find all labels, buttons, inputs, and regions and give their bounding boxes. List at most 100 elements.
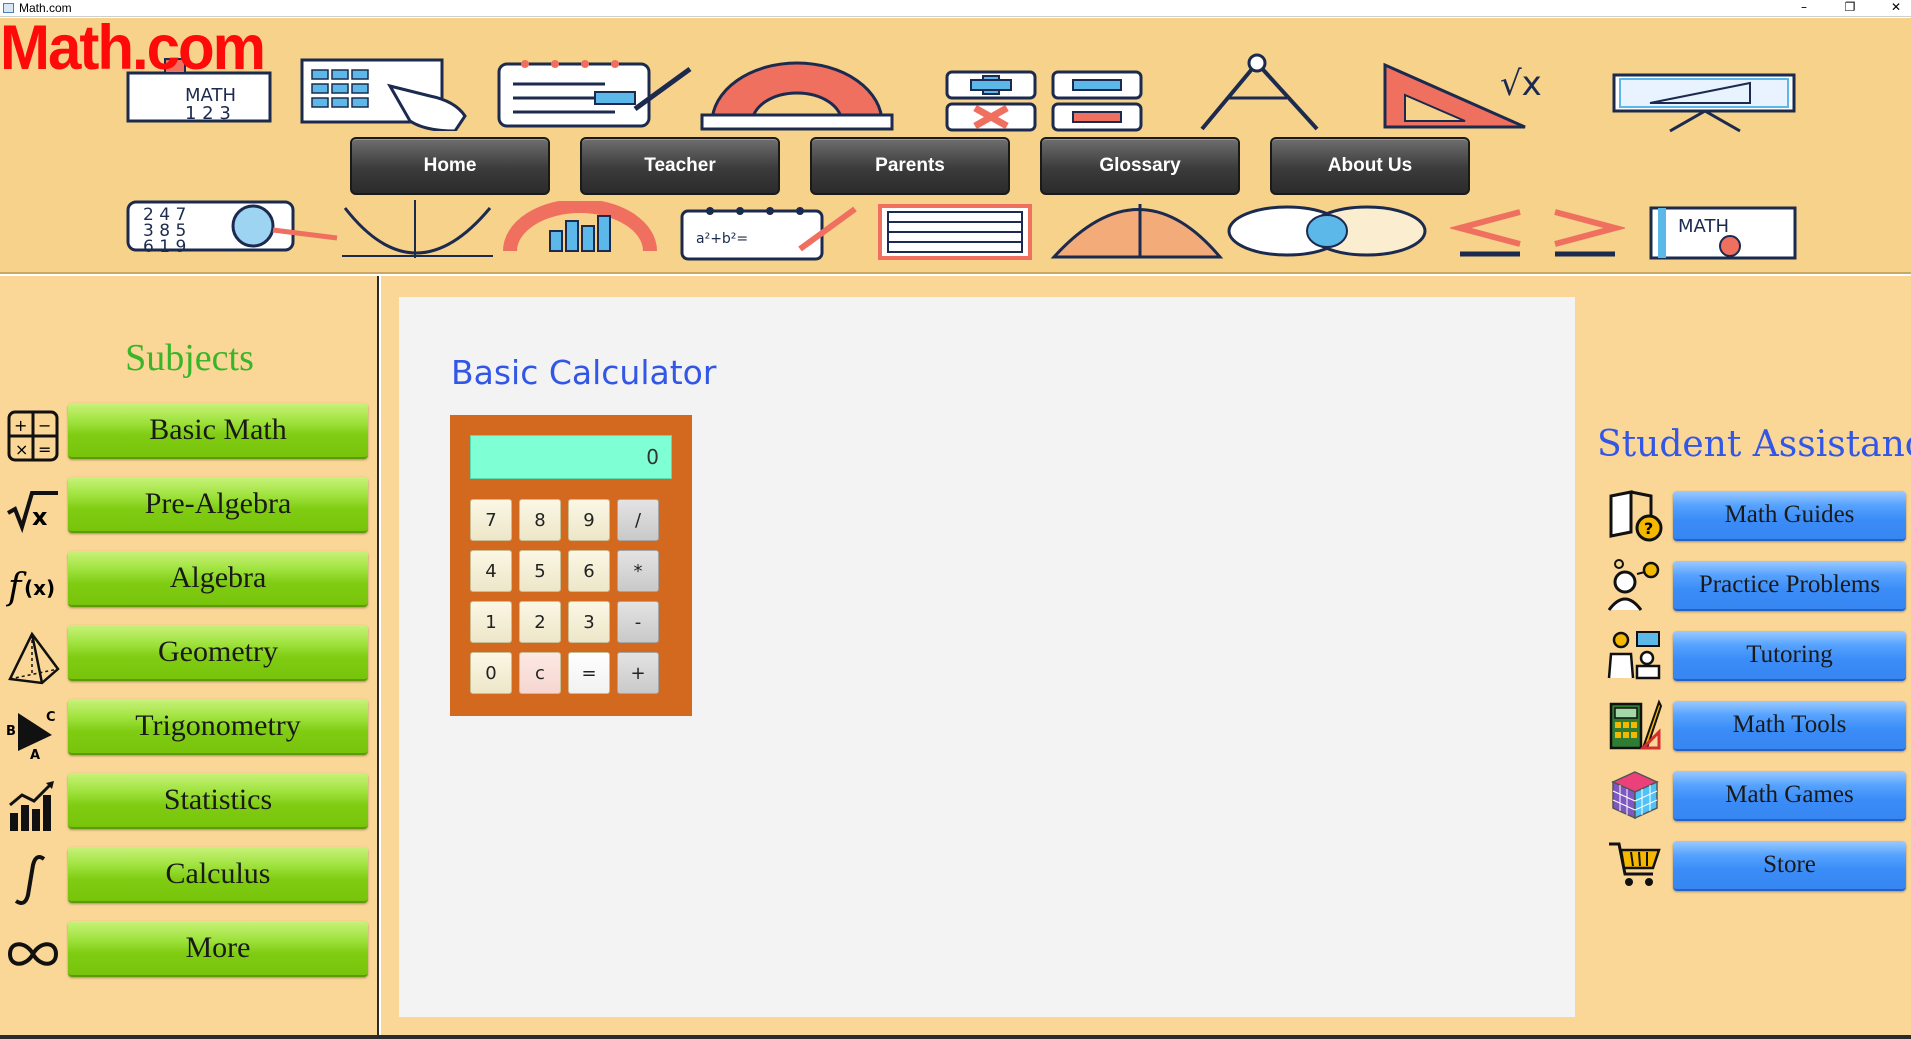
- pyramid-icon: [6, 631, 60, 685]
- subject-button-algebra[interactable]: Algebra: [68, 551, 368, 607]
- calc-key-1[interactable]: 1: [470, 601, 512, 643]
- calc-key-clear[interactable]: c: [519, 652, 561, 694]
- site-logo[interactable]: Math.com: [0, 16, 266, 80]
- subject-button-pre-algebra[interactable]: Pre-Algebra: [68, 477, 368, 533]
- tutor-icon: [1607, 628, 1663, 682]
- svg-text:√x: √x: [1500, 64, 1542, 104]
- triangle-icon: B C A: [6, 705, 60, 763]
- operations-icon: + − × =: [6, 409, 60, 462]
- subject-item-statistics: Statistics: [0, 773, 379, 831]
- window-titlebar: Math.com – ❐ ✕: [0, 0, 1911, 17]
- assist-item-math-tools: Math Tools: [1605, 698, 1911, 754]
- close-button[interactable]: ✕: [1873, 0, 1911, 17]
- subject-button-more[interactable]: More: [68, 921, 368, 977]
- compass-icon: [1177, 53, 1347, 133]
- subject-item-geometry: Geometry: [0, 625, 379, 685]
- calc-key-7[interactable]: 7: [470, 499, 512, 541]
- protractor-ruler-icon: [697, 53, 897, 133]
- calc-key-4[interactable]: 4: [470, 550, 512, 592]
- subject-item-trigonometry: B C A Trigonometry: [0, 699, 379, 763]
- assist-button-store[interactable]: Store: [1673, 841, 1906, 891]
- calculator-title: Basic Calculator: [451, 353, 717, 392]
- subject-button-calculus[interactable]: Calculus: [68, 847, 368, 903]
- keypad-hand-icon: [300, 56, 470, 131]
- assist-button-tutoring[interactable]: Tutoring: [1673, 631, 1906, 681]
- svg-text:x: x: [32, 503, 48, 531]
- calc-key-6[interactable]: 6: [568, 550, 610, 592]
- inequality-signs-icon: [1450, 206, 1625, 261]
- number-grid-magnifier-icon: 2 4 7 3 8 5 6 1 9: [125, 186, 340, 256]
- calc-key-divide[interactable]: /: [617, 499, 659, 541]
- subject-item-pre-algebra: x Pre-Algebra: [0, 477, 379, 535]
- calc-key-add[interactable]: +: [617, 652, 659, 694]
- svg-text:+: +: [14, 416, 27, 435]
- subject-button-geometry[interactable]: Geometry: [68, 625, 368, 681]
- header-banner: MATH 1 2 3 √x Home Teacher Parents Gloss…: [0, 18, 1911, 274]
- assist-item-math-games: Math Games: [1605, 768, 1911, 824]
- function-icon: f (x): [5, 557, 60, 608]
- svg-text:1 2 3: 1 2 3: [185, 103, 231, 124]
- calc-key-equals[interactable]: =: [568, 652, 610, 694]
- subjects-title: Subjects: [125, 337, 254, 379]
- svg-text:−: −: [38, 416, 51, 435]
- svg-text:?: ?: [1644, 519, 1653, 538]
- subjects-sidebar: Subjects + − × = Basic Math x Pre-Algebra f…: [0, 276, 379, 1039]
- shopping-cart-icon: [1607, 838, 1663, 892]
- calculator-tools-icon: [1607, 698, 1663, 752]
- svg-text:=: =: [38, 440, 51, 459]
- book-question-icon: ?: [1607, 488, 1663, 542]
- equation-notepad-icon: a²+b²=: [680, 201, 860, 263]
- svg-text:MATH: MATH: [1678, 216, 1729, 237]
- minimize-button[interactable]: –: [1781, 0, 1827, 17]
- svg-text:(x): (x): [24, 576, 55, 600]
- nav-about-us-button[interactable]: About Us: [1270, 137, 1470, 195]
- assist-button-math-games[interactable]: Math Games: [1673, 771, 1906, 821]
- nav-teacher-button[interactable]: Teacher: [580, 137, 780, 195]
- nav-parents-button[interactable]: Parents: [810, 137, 1010, 195]
- arithmetic-signs-icon: [943, 68, 1143, 134]
- calc-key-multiply[interactable]: *: [617, 550, 659, 592]
- triangle-sqrt-icon: √x: [1375, 55, 1600, 133]
- assist-item-store: Store: [1605, 838, 1911, 894]
- subject-item-basic-math: + − × = Basic Math: [0, 403, 379, 462]
- gauge-chart-icon: [500, 201, 660, 261]
- assist-button-math-tools[interactable]: Math Tools: [1673, 701, 1906, 751]
- calc-key-8[interactable]: 8: [519, 499, 561, 541]
- calc-key-subtract[interactable]: -: [617, 601, 659, 643]
- calculator-display: 0: [470, 435, 672, 479]
- svg-text:a²+b²=: a²+b²=: [696, 231, 748, 247]
- subject-item-more: More: [0, 921, 379, 979]
- assist-item-math-guides: ? Math Guides: [1605, 488, 1911, 544]
- calc-key-9[interactable]: 9: [568, 499, 610, 541]
- bell-curve-icon: [1050, 202, 1225, 260]
- thinking-person-icon: [1607, 558, 1663, 612]
- whiteboard-icon: [1610, 73, 1800, 133]
- svg-text:6 1 9: 6 1 9: [143, 237, 186, 256]
- calc-key-5[interactable]: 5: [519, 550, 561, 592]
- subject-button-statistics[interactable]: Statistics: [68, 773, 368, 829]
- subject-item-algebra: f (x) Algebra: [0, 551, 379, 609]
- abacus-icon: [878, 204, 1033, 260]
- calculator-widget: 0 7 8 9 / 4 5 6 * 1 2 3 - 0 c = +: [450, 415, 692, 716]
- subject-button-basic-math[interactable]: Basic Math: [68, 403, 368, 459]
- bar-chart-icon: [6, 779, 60, 831]
- calc-key-0[interactable]: 0: [470, 652, 512, 694]
- window-bottom-edge: [0, 1035, 1911, 1039]
- subject-button-trigonometry[interactable]: Trigonometry: [68, 699, 368, 755]
- assist-item-tutoring: Tutoring: [1605, 628, 1911, 684]
- parabola-graph-icon: [340, 198, 495, 260]
- calc-key-2[interactable]: 2: [519, 601, 561, 643]
- nav-glossary-button[interactable]: Glossary: [1040, 137, 1240, 195]
- assist-button-math-guides[interactable]: Math Guides: [1673, 491, 1906, 541]
- nav-home-button[interactable]: Home: [350, 137, 550, 195]
- svg-text:C: C: [46, 710, 56, 725]
- student-assistance-title: Student Assistance: [1597, 424, 1911, 465]
- rubiks-cube-icon: [1607, 768, 1663, 822]
- calc-key-3[interactable]: 3: [568, 601, 610, 643]
- assist-button-practice-problems[interactable]: Practice Problems: [1673, 561, 1906, 611]
- svg-text:B: B: [6, 724, 16, 739]
- maximize-button[interactable]: ❐: [1827, 0, 1873, 17]
- assist-item-practice-problems: Practice Problems: [1605, 558, 1911, 614]
- subject-item-calculus: Calculus: [0, 847, 379, 905]
- svg-text:×: ×: [15, 440, 28, 459]
